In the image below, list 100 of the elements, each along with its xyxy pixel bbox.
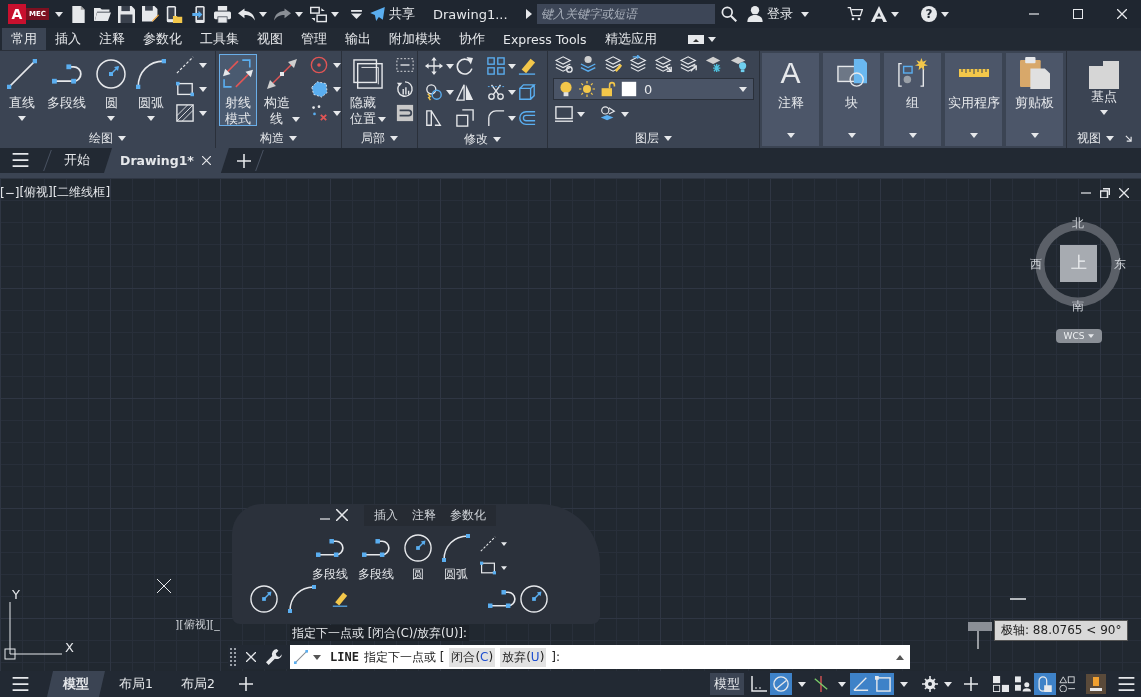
viewport-control[interactable]: [俯视] — [19, 184, 53, 201]
close-icon[interactable] — [1119, 188, 1129, 198]
plus-icon[interactable] — [238, 677, 253, 691]
ribbon-tool-button[interactable]: 圆 — [92, 54, 130, 126]
nested-squares-icon[interactable] — [456, 109, 474, 127]
command-input[interactable]: LINE 指定下一点或 [ 闭合(C) 放弃(U) ]: — [290, 645, 910, 669]
viewport-control[interactable]: [−] — [0, 184, 20, 201]
caret-icon[interactable] — [944, 681, 952, 687]
status-toggle[interactable] — [850, 673, 872, 695]
layers-up-arrow-icon[interactable] — [680, 55, 698, 73]
caret-icon[interactable] — [577, 111, 585, 117]
rectangle-icon[interactable] — [176, 80, 194, 98]
tile-icon[interactable] — [396, 104, 415, 122]
compass-label[interactable]: 南 — [1072, 299, 1084, 313]
layout-tab[interactable]: 布局1 — [105, 671, 167, 697]
caret-icon[interactable] — [199, 62, 207, 68]
stamp-icon[interactable] — [1086, 674, 1106, 694]
right-triangle-icon[interactable] — [525, 9, 532, 19]
layers-arrow-icon[interactable] — [630, 55, 648, 73]
bar-caret-icon[interactable] — [350, 9, 362, 19]
menu-icon[interactable] — [12, 153, 29, 167]
caret-icon[interactable] — [199, 110, 207, 116]
ribbon-tab[interactable]: 输出 — [336, 28, 380, 50]
ribbon-tool-button[interactable]: 射线模式 — [219, 54, 257, 126]
wrench-icon[interactable] — [266, 649, 282, 665]
caret-icon[interactable] — [333, 62, 342, 68]
two-windows-icon[interactable] — [309, 5, 327, 23]
caret-icon[interactable] — [798, 681, 806, 687]
menu-icon[interactable] — [1118, 677, 1135, 691]
up-triangle-icon[interactable] — [896, 654, 904, 660]
panel-button[interactable]: A 注释 — [762, 53, 819, 146]
ribbon-tab[interactable]: 参数化 — [134, 28, 191, 50]
viewport-control[interactable]: [二维线框] — [52, 184, 111, 201]
caret-icon[interactable] — [800, 11, 809, 17]
ribbon-tab[interactable]: Express Tools — [494, 28, 596, 50]
caret-icon[interactable] — [333, 86, 342, 92]
ribbon-tab[interactable]: 插入 — [46, 28, 90, 50]
ribbon-tool-button[interactable]: 直线 — [3, 54, 41, 126]
status-toggle[interactable] — [748, 673, 770, 695]
ribbon-tool-button[interactable]: 构造线 — [259, 54, 305, 126]
caret-icon[interactable] — [493, 136, 501, 142]
new-file-icon[interactable] — [69, 5, 87, 23]
hatch-icon[interactable] — [176, 104, 194, 122]
panel-title[interactable]: 视图 — [1076, 129, 1101, 147]
diagonal-arrow-icon[interactable] — [1124, 134, 1132, 142]
help-button[interactable]: ? — [921, 6, 937, 22]
dashed-frame-icon[interactable] — [396, 56, 415, 74]
mirrored-triangles-icon[interactable] — [456, 83, 474, 101]
gear-icon[interactable] — [922, 676, 938, 692]
caret-icon[interactable] — [1105, 135, 1114, 141]
ribbon-tab[interactable]: 协作 — [450, 28, 494, 50]
cube-icon[interactable] — [518, 83, 536, 101]
eraser-icon[interactable] — [518, 57, 536, 75]
menu-icon[interactable] — [12, 677, 29, 691]
caret-icon[interactable] — [313, 654, 321, 660]
status-toggle[interactable] — [1034, 673, 1056, 695]
compass-label[interactable]: 北 — [1072, 216, 1084, 230]
caret-icon[interactable] — [199, 86, 207, 92]
scissors-icon[interactable] — [487, 83, 505, 101]
panel-button[interactable]: 实用程序 — [945, 53, 1002, 146]
dashed-line-icon[interactable] — [176, 56, 194, 74]
sign-in-button[interactable]: 登录 — [746, 5, 793, 23]
circle-diamond-icon[interactable] — [599, 105, 617, 123]
app-logo[interactable]: A — [8, 4, 26, 24]
offset-curves-icon[interactable] — [518, 109, 536, 127]
rotate-arrow-icon[interactable] — [456, 57, 474, 75]
bulb-layer-icon[interactable] — [730, 55, 748, 73]
restore-icon[interactable] — [1100, 188, 1110, 198]
caret-icon[interactable] — [118, 135, 126, 141]
model-space-button[interactable]: 模型 — [710, 673, 744, 695]
maximize-icon[interactable] — [1073, 9, 1083, 19]
dots-x-icon[interactable] — [310, 104, 329, 122]
layers-person-icon[interactable] — [580, 55, 598, 73]
status-toggle[interactable] — [770, 673, 792, 695]
file-tab[interactable]: 开始 — [56, 148, 104, 173]
command-option[interactable]: 闭合(C) — [449, 647, 496, 667]
caret-icon[interactable] — [941, 11, 949, 17]
rounded-corner-icon[interactable] — [487, 109, 505, 127]
search-icon[interactable] — [720, 6, 737, 22]
caret-icon[interactable] — [294, 11, 303, 17]
panel-title[interactable]: 修改 — [464, 130, 488, 148]
circular-arrow-bars-icon[interactable] — [396, 80, 415, 98]
stretch-shape-icon[interactable] — [425, 109, 443, 127]
compass-label[interactable]: 西 — [1030, 257, 1042, 271]
panel-button[interactable]: 组 — [884, 53, 941, 146]
panel-title[interactable]: 图层 — [635, 129, 659, 147]
caret-icon[interactable] — [838, 681, 846, 687]
panel-button[interactable]: 剪贴板 — [1006, 53, 1063, 146]
panel-title[interactable]: 构造 — [260, 129, 284, 147]
ribbon-tab[interactable]: 工具集 — [191, 28, 248, 50]
caret-icon[interactable] — [664, 135, 672, 141]
ribbon-tool-button[interactable]: 隐藏位置 — [345, 54, 391, 126]
caret-icon[interactable] — [508, 63, 516, 69]
caret-icon[interactable] — [446, 89, 454, 95]
caret-icon[interactable] — [289, 135, 297, 141]
caret-icon[interactable] — [707, 36, 716, 42]
status-toggle[interactable] — [872, 673, 894, 695]
snowflake-layer-icon[interactable] — [705, 55, 723, 73]
ribbon-tool-button[interactable]: 多段线 — [43, 54, 90, 126]
caret-icon[interactable] — [891, 11, 899, 17]
